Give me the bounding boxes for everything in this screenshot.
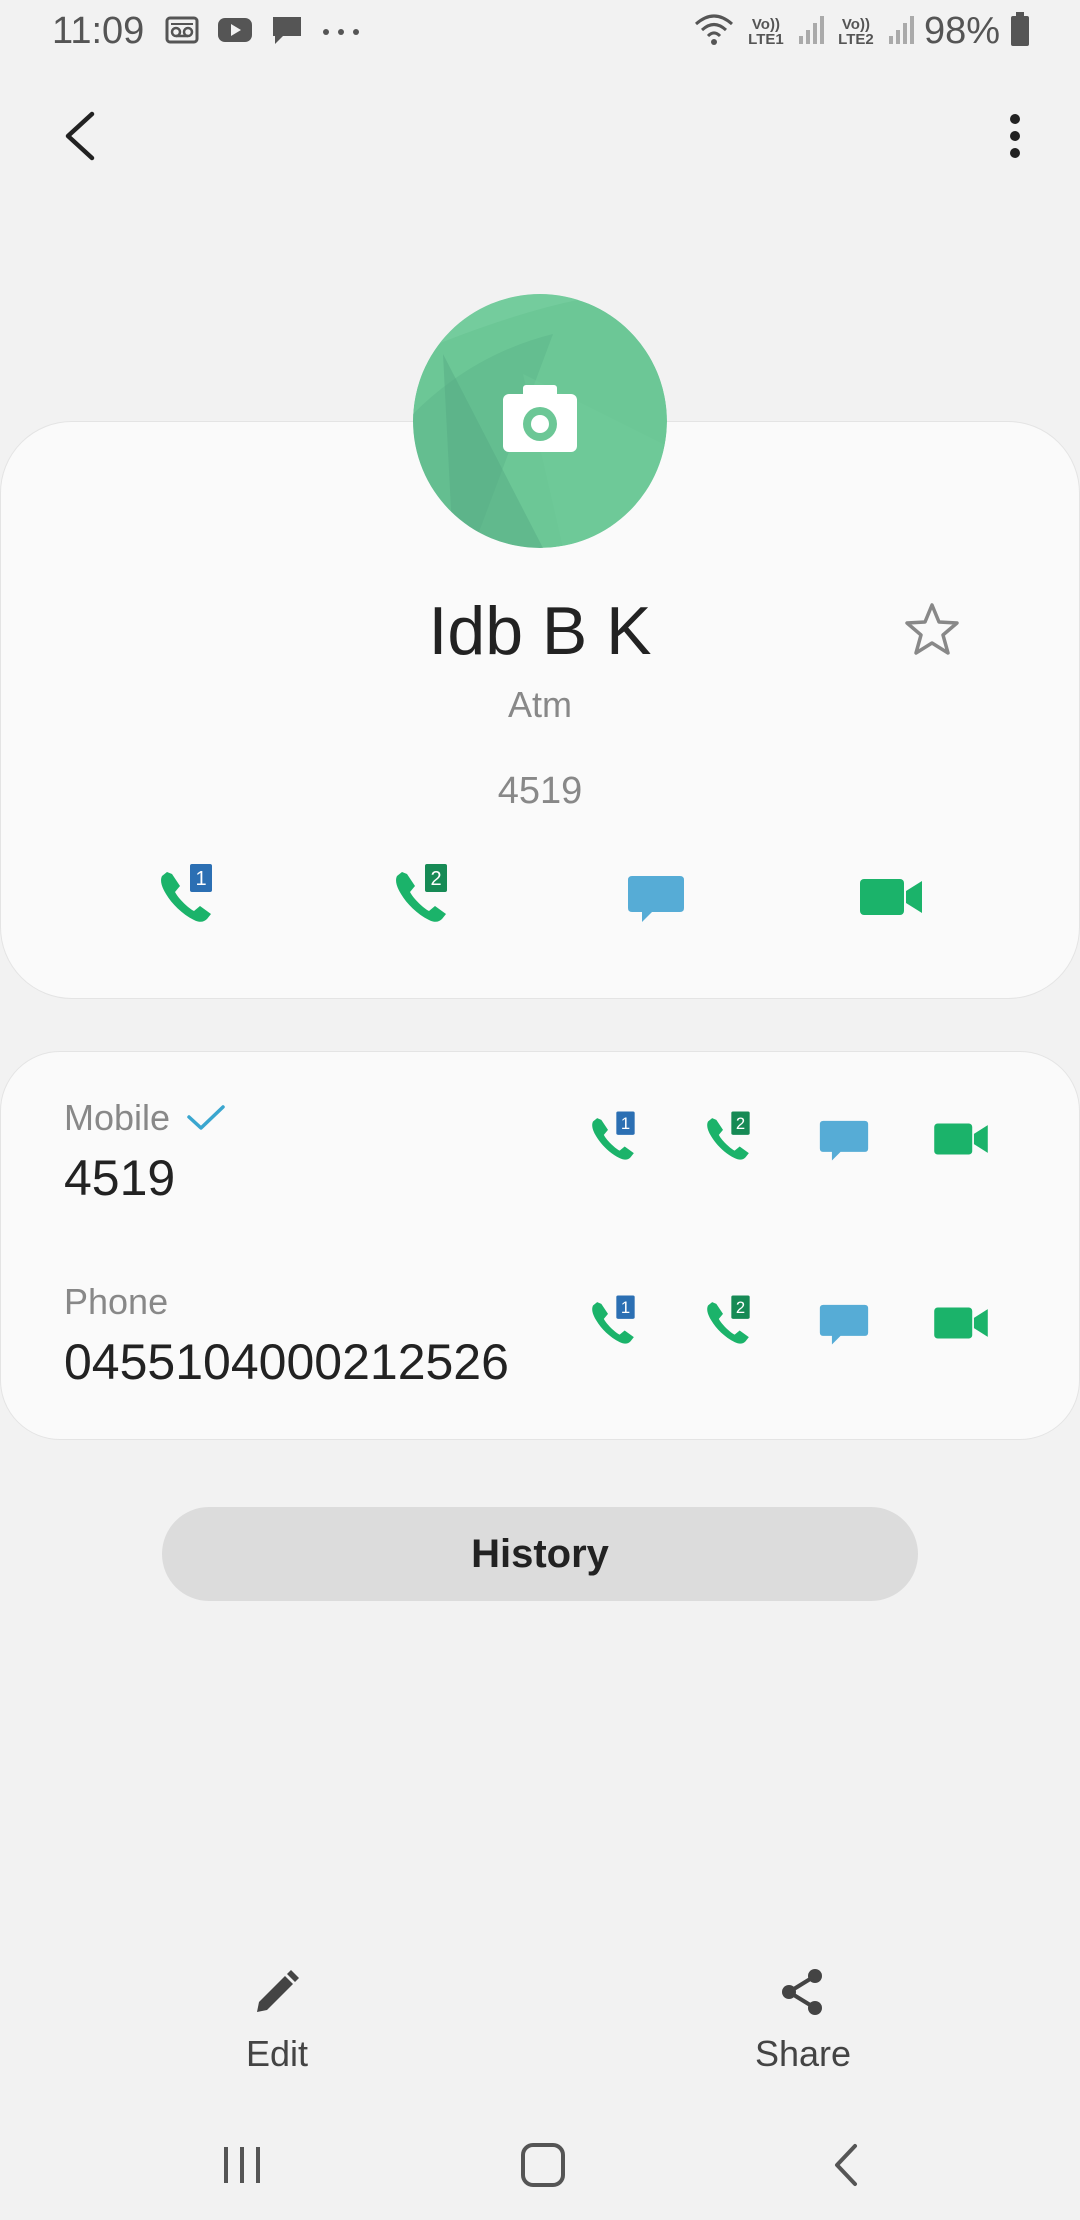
- home-icon: [521, 2143, 565, 2187]
- pencil-icon: [257, 1970, 299, 2012]
- edit-label: Edit: [245, 2033, 309, 2074]
- video-call-button[interactable]: [929, 1293, 993, 1353]
- history-button[interactable]: History: [162, 1507, 918, 1601]
- number-row-mobile[interactable]: Mobile 4519 1 2: [1, 1097, 1080, 1247]
- message-icon: [819, 1304, 869, 1345]
- number-label: Mobile: [64, 1097, 171, 1138]
- svg-text:1: 1: [195, 868, 206, 890]
- navigation-bar: [0, 2110, 1080, 2220]
- phone-sim2-icon: 2: [707, 1295, 750, 1344]
- status-time: 11:09: [52, 10, 145, 52]
- favorite-star-button[interactable]: [902, 600, 962, 660]
- recent-apps-button[interactable]: [202, 2130, 282, 2200]
- signal-sim1-icon: [798, 14, 824, 49]
- sim2-network-label: Vo)) LTE2: [838, 15, 874, 48]
- video-call-button[interactable]: [855, 862, 927, 932]
- message-button[interactable]: [812, 1109, 876, 1169]
- contact-details-screen: 11:09 Vo)) LTE1 Vo)) LTE2 98% Idb B K At…: [0, 0, 1080, 2220]
- phone-sim1-icon: 1: [592, 1111, 635, 1160]
- battery-percent: 98%: [923, 10, 1000, 52]
- call-sim2-button[interactable]: 2: [385, 862, 457, 932]
- call-sim1-button[interactable]: 1: [150, 862, 222, 932]
- status-bar: 11:09 Vo)) LTE1 Vo)) LTE2 98%: [0, 0, 1080, 66]
- svg-text:2: 2: [736, 1114, 745, 1133]
- number-value: 0455104000212526: [64, 1334, 509, 1390]
- message-icon: [628, 876, 684, 922]
- home-button[interactable]: [503, 2130, 583, 2200]
- numbers-card: Mobile 4519 1 2 Phone 0455104000212526 1…: [0, 1051, 1080, 1440]
- sim1-network-label: Vo)) LTE1: [748, 15, 784, 48]
- camera-icon: [503, 385, 577, 452]
- phone-sim1-icon: 1: [592, 1295, 635, 1344]
- number-label: Phone: [64, 1281, 169, 1322]
- star-icon: [905, 603, 959, 655]
- message-button[interactable]: [620, 862, 692, 932]
- wifi-icon: [694, 12, 734, 51]
- signal-sim2-icon: [888, 14, 914, 49]
- number-value: 4519: [64, 1150, 176, 1206]
- recent-apps-icon: [224, 2147, 260, 2183]
- default-check-icon: [187, 1105, 225, 1130]
- phone-sim2-icon: 2: [707, 1111, 750, 1160]
- svg-text:2: 2: [736, 1298, 745, 1317]
- message-button[interactable]: [812, 1293, 876, 1353]
- chat-notification-icon: [271, 14, 303, 51]
- call-sim2-button[interactable]: 2: [696, 1293, 760, 1353]
- more-options-button[interactable]: [990, 100, 1040, 172]
- call-sim1-button[interactable]: 1: [581, 1109, 645, 1169]
- svg-text:1: 1: [621, 1114, 630, 1133]
- number-row-phone[interactable]: Phone 0455104000212526 1 2: [1, 1281, 1080, 1431]
- back-button[interactable]: [48, 100, 112, 172]
- youtube-icon: [217, 16, 253, 49]
- svg-text:2: 2: [430, 868, 441, 890]
- battery-icon: [1010, 12, 1030, 51]
- contact-photo-button[interactable]: [413, 294, 667, 548]
- phone-sim2-icon: 2: [396, 864, 447, 922]
- voicemail-icon: [165, 15, 199, 50]
- share-icon: [782, 1969, 822, 2015]
- more-vertical-icon: [1010, 114, 1020, 158]
- call-sim2-button[interactable]: 2: [696, 1109, 760, 1169]
- video-call-icon: [934, 1123, 988, 1155]
- video-call-icon: [860, 879, 922, 915]
- message-icon: [819, 1120, 869, 1161]
- nav-back-button[interactable]: [806, 2130, 886, 2200]
- video-call-icon: [934, 1307, 988, 1339]
- back-arrow-icon: [65, 111, 95, 161]
- contact-primary-number: 4519: [497, 770, 583, 812]
- contact-company: Atm: [507, 684, 572, 725]
- svg-text:1: 1: [621, 1298, 630, 1317]
- phone-sim1-icon: 1: [161, 864, 212, 922]
- video-call-button[interactable]: [929, 1109, 993, 1169]
- share-label: Share: [754, 2033, 852, 2074]
- nav-back-icon: [835, 2144, 857, 2186]
- profile-quick-actions: 1 2: [0, 862, 1080, 932]
- more-notifications-icon: [321, 24, 361, 42]
- edit-button[interactable]: Edit: [177, 1966, 377, 2075]
- call-sim1-button[interactable]: 1: [581, 1293, 645, 1353]
- share-button[interactable]: Share: [703, 1966, 903, 2075]
